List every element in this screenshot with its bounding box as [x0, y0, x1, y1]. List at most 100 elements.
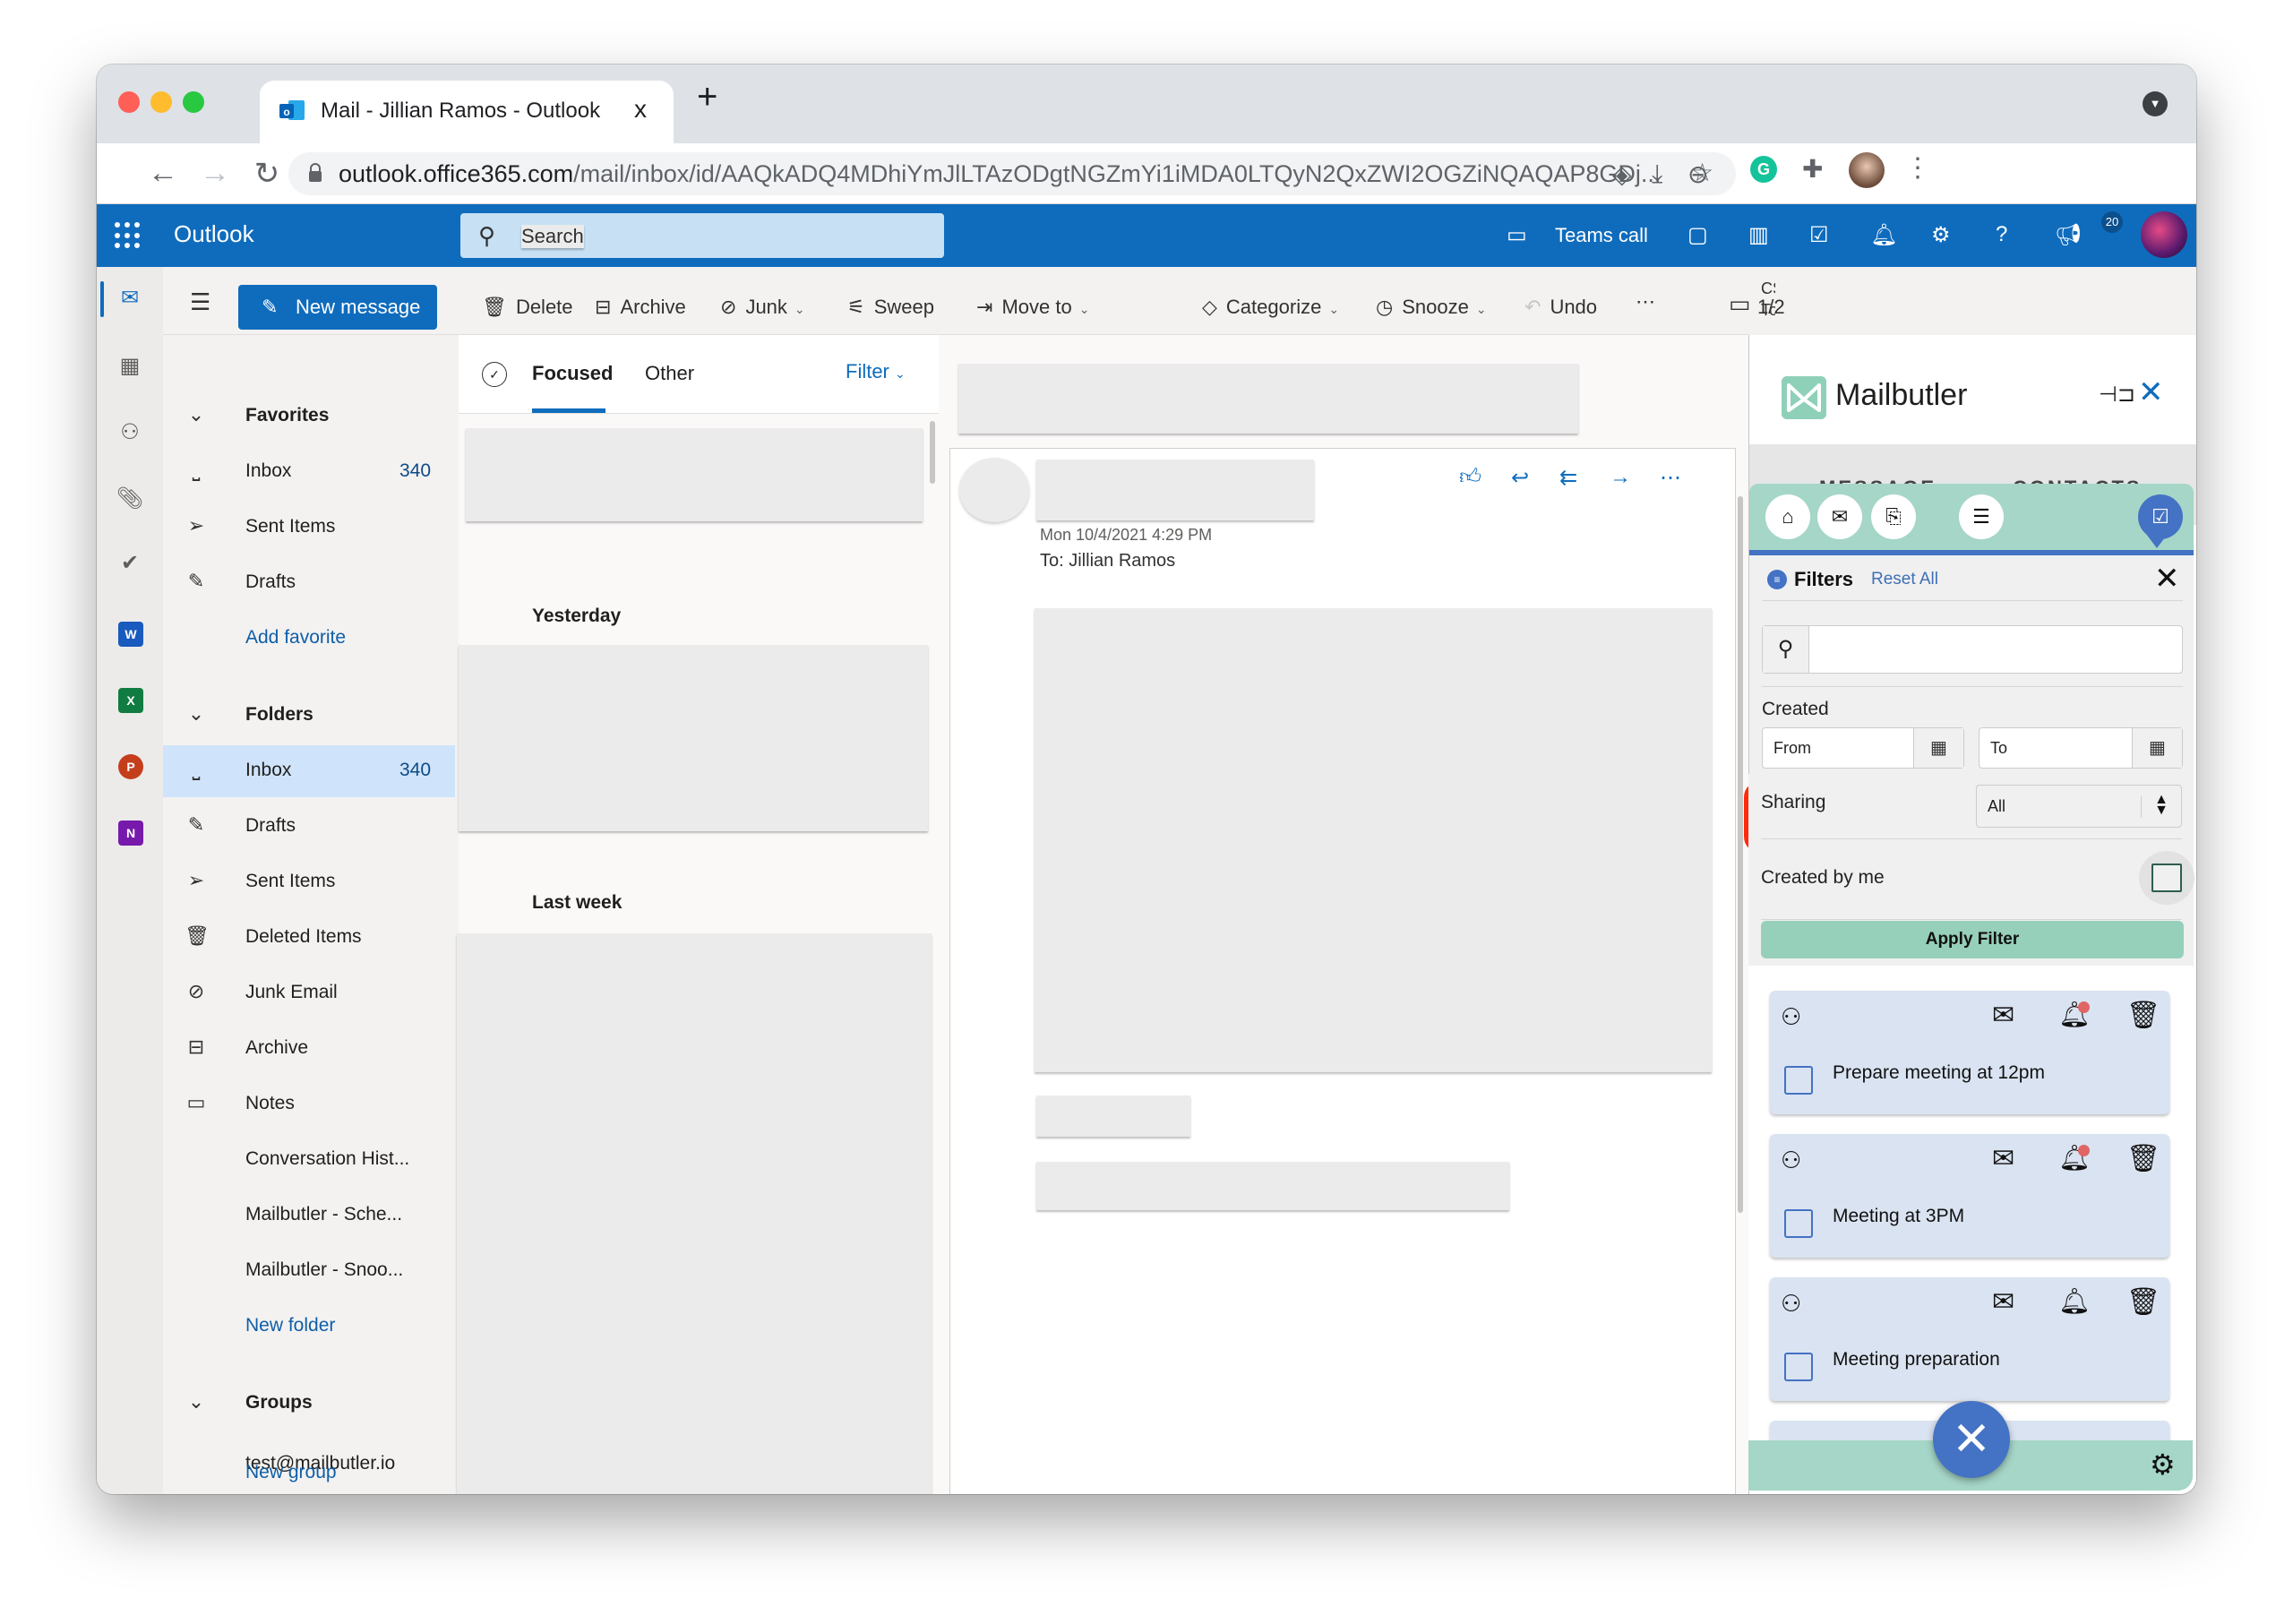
onenote-icon[interactable]: N [118, 821, 143, 846]
mail-icon[interactable]: ✉ [97, 285, 163, 311]
delete-task-icon[interactable]: 🗑︎ [2126, 1286, 2160, 1318]
groups-header[interactable]: ⌄ Groups [163, 1378, 455, 1430]
created-to-input[interactable]: To ▦ [1979, 727, 2183, 769]
todo-check-icon[interactable]: ✔ [97, 550, 163, 576]
message-item-placeholder[interactable] [459, 645, 928, 831]
task-complete-checkbox[interactable] [1784, 1353, 1813, 1381]
home-icon[interactable]: ⌂ [1765, 494, 1810, 539]
open-envelope-icon[interactable]: ✉ [1992, 1286, 2014, 1318]
outlook-brand[interactable]: Outlook [174, 220, 254, 248]
shared-people-icon[interactable]: ⚇ [1781, 1147, 1801, 1174]
my-day-calendar-icon[interactable]: ☑ [1809, 222, 1829, 248]
delete-button[interactable]: 🗑︎ Delete [482, 296, 573, 319]
calendar-icon[interactable]: ▦ [2132, 728, 2182, 768]
new-group-link[interactable]: New group [163, 1462, 455, 1494]
favorites-header[interactable]: ⌄ Favorites [163, 391, 455, 443]
snooze-button[interactable]: ◷ Snooze ⌄ [1376, 296, 1487, 319]
select-all-checkbox[interactable]: ✓ [482, 362, 507, 387]
folder-item-conversation-history[interactable]: Conversation Hist... [163, 1134, 455, 1186]
settings-gear-icon[interactable]: ⚙ [1931, 222, 1951, 248]
message-item-placeholder[interactable] [466, 428, 923, 521]
new-tab-button[interactable]: + [697, 77, 717, 117]
calendar-icon[interactable]: ▦ [1913, 728, 1963, 768]
folder-item-deleted[interactable]: 🗑︎ Deleted Items [163, 912, 455, 964]
created-from-input[interactable]: From ▦ [1762, 727, 1964, 769]
install-app-icon[interactable]: ⤓ [1652, 159, 1662, 189]
email-nav-icon[interactable]: ✉ [1817, 494, 1862, 539]
message-list-scrollbar[interactable] [930, 421, 935, 484]
open-envelope-icon[interactable]: ✉ [1992, 1000, 2014, 1031]
reminder-bell-icon[interactable]: 🔔︎ [2058, 1286, 2091, 1316]
folder-item-mailbutler-snoozed[interactable]: Mailbutler - Snoo... [163, 1245, 455, 1297]
tab-focused[interactable]: Focused [532, 362, 613, 385]
browser-tab-outlook[interactable]: o Mail - Jillian Ramos - Outlook x [260, 81, 674, 143]
reply-icon[interactable]: ↩ [1511, 465, 1529, 491]
bookmark-star-icon[interactable]: ☆ [1691, 158, 1713, 187]
tab-other[interactable]: Other [645, 362, 694, 385]
notes-icon[interactable]: ☰ [1959, 494, 2004, 539]
attachment-icon[interactable]: 📎︎ [97, 485, 163, 511]
minimize-window-button[interactable] [150, 91, 172, 113]
profile-avatar[interactable] [1849, 152, 1885, 188]
message-item-placeholder[interactable] [457, 933, 932, 1494]
teams-call-button[interactable]: Teams call [1555, 224, 1648, 247]
folders-header[interactable]: ⌄ Folders [163, 690, 455, 742]
delete-task-icon[interactable]: 🗑︎ [2126, 1000, 2160, 1031]
browser-menu-icon[interactable]: ⋮ [1904, 152, 1931, 184]
folder-item-junk[interactable]: ⊘ Junk Email [163, 967, 455, 1019]
folder-item-inbox[interactable]: ⎵ Inbox 340 [163, 745, 455, 797]
created-by-me-checkbox[interactable] [2151, 864, 2182, 892]
forward-icon[interactable]: → [197, 156, 233, 191]
task-card[interactable]: ⚇ ✉ 🔔︎ 🗑︎ Meeting preparation [1770, 1277, 2169, 1401]
favorite-item-inbox[interactable]: ⎵ Inbox 340 [163, 446, 455, 498]
reset-all-link[interactable]: Reset All [1871, 570, 1938, 589]
pin-icon[interactable]: ⊣⊐ [2099, 382, 2135, 408]
sender-avatar[interactable] [959, 458, 1029, 522]
onenote-feed-icon[interactable]: ▥ [1748, 222, 1769, 248]
undo-button[interactable]: ↶ Undo [1524, 296, 1597, 319]
shared-people-icon[interactable]: ⚇ [1781, 1003, 1801, 1031]
add-favorite-link[interactable]: Add favorite [163, 613, 455, 665]
apply-filter-button[interactable]: Apply Filter [1761, 921, 2184, 958]
settings-gear-icon[interactable]: ⚙ [2150, 1448, 2176, 1482]
forward-icon[interactable]: → [1610, 465, 1631, 490]
reading-pane-scrollbar[interactable] [1738, 496, 1743, 1213]
task-card[interactable]: ⚇ ✉ 🔔︎ 🗑︎ Meeting at 3PM [1770, 1134, 2169, 1258]
app-launcher-icon[interactable] [115, 222, 142, 249]
contact-badge-icon[interactable]: ⎘ [1871, 494, 1916, 539]
open-envelope-icon[interactable]: ✉ [1992, 1143, 2014, 1174]
task-complete-checkbox[interactable] [1784, 1066, 1813, 1095]
tab-search-icon[interactable]: ▼ [2143, 91, 2168, 116]
extension-diamond-icon[interactable]: ◈ [1612, 159, 1632, 189]
calendar-icon[interactable]: ▦ [97, 353, 163, 379]
reply-all-icon[interactable]: ⇇ [1559, 465, 1577, 491]
hamburger-menu-icon[interactable]: ☰ [190, 288, 210, 316]
account-avatar[interactable] [2141, 211, 2187, 258]
help-icon[interactable]: ? [1996, 222, 2007, 247]
extensions-puzzle-icon[interactable]: ✚ [1802, 154, 1823, 184]
people-icon[interactable]: ⚇ [97, 419, 163, 445]
junk-button[interactable]: ⊘ Junk ⌄ [720, 296, 805, 319]
favorite-item-drafts[interactable]: ✎ Drafts [163, 557, 455, 609]
task-complete-checkbox[interactable] [1784, 1209, 1813, 1238]
maximize-window-button[interactable] [183, 91, 204, 113]
more-options-icon[interactable]: ⋯ [1660, 465, 1681, 491]
new-message-button[interactable]: ✎ New message [238, 285, 437, 330]
powerpoint-icon[interactable]: P [118, 754, 143, 779]
archive-button[interactable]: ⊟ Archive [595, 296, 686, 319]
sweep-button[interactable]: ⚟ Sweep [847, 296, 934, 319]
video-camera-icon[interactable]: ▭ [1507, 222, 1527, 248]
folder-item-archive[interactable]: ⊟ Archive [163, 1023, 455, 1075]
shared-people-icon[interactable]: ⚇ [1781, 1290, 1801, 1318]
delete-task-icon[interactable]: 🗑︎ [2126, 1143, 2160, 1174]
chat-icon[interactable]: ▢ [1688, 222, 1708, 248]
task-card[interactable]: ⚇ ✉ 🔔︎ 🗑︎ Prepare meeting at 12pm [1770, 991, 2169, 1114]
search-input[interactable]: ⚲ Search [460, 213, 944, 258]
like-icon[interactable]: 👍︎ [1459, 465, 1481, 490]
excel-icon[interactable]: X [118, 688, 143, 713]
more-actions-button[interactable]: ⋯ [1636, 290, 1655, 314]
filter-search-input[interactable]: ⚲ [1762, 625, 2183, 674]
folder-item-sent[interactable]: ➢ Sent Items [163, 856, 455, 908]
agenda-calendar-icon[interactable]: ▭ [1729, 290, 1751, 318]
notifications-bell-icon[interactable]: 🔔︎ [1870, 222, 1897, 248]
